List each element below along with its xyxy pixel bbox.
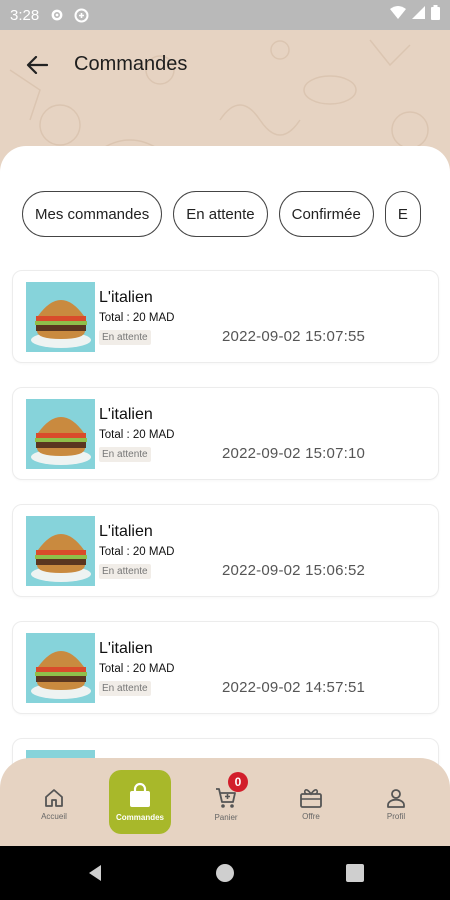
wifi-icon	[390, 6, 406, 24]
order-name: L'italien	[99, 406, 153, 423]
order-date: 2022-09-02 15:07:55	[222, 328, 366, 345]
nav-label: Commandes	[115, 813, 164, 822]
order-card[interactable]: L'italien Total : 20 MAD En attente 2022…	[12, 387, 439, 480]
back-button[interactable]	[22, 52, 52, 78]
order-card[interactable]: L'italien Total : 20 MAD En attente 2022…	[12, 504, 439, 597]
content-sheet: Mes commandes En attente Confirmée E L'i…	[0, 146, 450, 846]
signal-icon	[412, 6, 425, 24]
system-back-icon[interactable]	[85, 863, 105, 883]
nav-item-offre[interactable]: Offre	[280, 772, 342, 836]
status-badge: En attente	[99, 564, 151, 579]
status-bar: 3:28	[0, 0, 450, 30]
filter-chip-more[interactable]: E	[384, 191, 421, 237]
data-saver-icon	[73, 7, 89, 23]
nav-label: Accueil	[41, 812, 67, 821]
nav-label: Offre	[302, 812, 320, 821]
order-total: Total : 20 MAD	[99, 546, 175, 558]
gift-icon	[300, 789, 322, 808]
order-date: 2022-09-02 15:07:10	[222, 445, 366, 462]
order-name: L'italien	[99, 289, 153, 306]
filter-chip-en-attente[interactable]: En attente	[173, 191, 268, 237]
order-name: L'italien	[99, 640, 153, 657]
home-icon	[45, 789, 63, 807]
order-total: Total : 20 MAD	[99, 312, 175, 324]
burger-image	[26, 399, 95, 469]
order-card[interactable]: L'italien Total : 20 MAD En attente 2022…	[12, 621, 439, 714]
system-home-icon[interactable]	[215, 863, 235, 883]
filter-chip-mes-commandes[interactable]: Mes commandes	[22, 191, 163, 237]
nav-item-panier[interactable]: Panier 0	[195, 772, 257, 836]
cart-count-badge: 0	[228, 772, 248, 792]
status-badge: En attente	[99, 447, 151, 462]
arrow-left-icon	[26, 56, 48, 74]
battery-icon	[431, 5, 440, 25]
order-card[interactable]: L'italien Total : 20 MAD En attente 2022…	[12, 270, 439, 363]
page-title: Commandes	[74, 53, 188, 75]
filter-chips: Mes commandes En attente Confirmée E	[22, 191, 421, 237]
order-name: L'italien	[99, 523, 153, 540]
system-recents-icon[interactable]	[345, 863, 365, 883]
burger-image	[26, 282, 95, 352]
bottom-navigation: Accueil Commandes Panier 0 Offre Profil	[0, 758, 450, 846]
system-navigation-bar	[0, 846, 450, 900]
status-time: 3:28	[10, 6, 40, 24]
status-badge: En attente	[99, 330, 151, 345]
nav-item-commandes[interactable]: Commandes	[109, 770, 171, 834]
shopping-bag-icon	[130, 782, 150, 807]
burger-image	[26, 633, 95, 703]
nav-label: Profil	[386, 812, 406, 821]
order-total: Total : 20 MAD	[99, 663, 175, 675]
order-date: 2022-09-02 14:57:51	[222, 679, 366, 696]
nav-label: Panier	[214, 813, 238, 822]
status-badge: En attente	[99, 681, 151, 696]
settings-icon	[49, 7, 65, 23]
burger-image	[26, 516, 95, 586]
order-date: 2022-09-02 15:06:52	[222, 562, 366, 579]
filter-chip-confirmee[interactable]: Confirmée	[278, 191, 374, 237]
user-icon	[387, 789, 405, 808]
order-total: Total : 20 MAD	[99, 429, 175, 441]
nav-item-accueil[interactable]: Accueil	[23, 772, 85, 836]
nav-item-profil[interactable]: Profil	[365, 772, 427, 836]
